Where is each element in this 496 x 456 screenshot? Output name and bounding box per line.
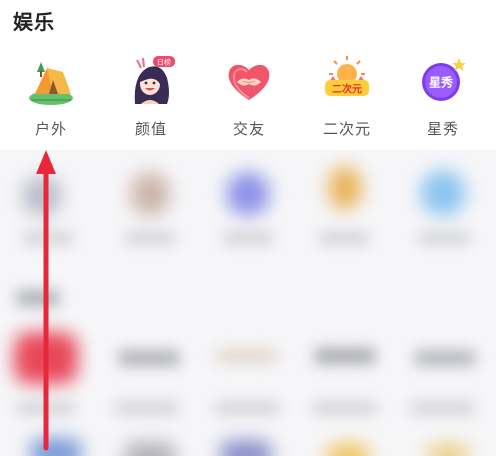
blurred-icon (328, 166, 362, 210)
blurred-text (318, 232, 370, 244)
badge-text: 日榜 (157, 58, 171, 67)
heart-handshake-icon (225, 54, 273, 108)
blurred-icon (30, 438, 82, 456)
category-outdoor[interactable]: 户外 (4, 52, 94, 148)
blurred-icon (426, 444, 470, 456)
blurred-text (114, 402, 180, 414)
blurred-icon (220, 440, 272, 456)
section-title: 娱乐 (13, 10, 55, 34)
blurred-text (16, 402, 76, 414)
blurred-content (0, 150, 496, 456)
blurred-text (410, 402, 476, 414)
category-star-show[interactable]: 星秀 星秀 (396, 52, 486, 148)
star-show-text: 星秀 (429, 75, 454, 90)
category-friends[interactable]: 交友 (202, 52, 292, 148)
category-row: 户外 日榜 颜值 交友 二次元 二次元 星秀 星秀 (0, 52, 496, 148)
category-label: 二次元 (322, 120, 371, 138)
blurred-icon (420, 170, 466, 216)
category-anime[interactable]: 二次元 二次元 (300, 52, 390, 148)
blurred-text (22, 232, 74, 244)
blurred-icon (326, 444, 370, 456)
anime-logo-text: 二次元 (332, 83, 362, 96)
blurred-text (312, 402, 378, 414)
blurred-icon (130, 172, 170, 216)
category-label: 星秀 (426, 120, 459, 138)
blurred-text (414, 350, 476, 366)
blurred-text (214, 402, 280, 414)
category-label: 户外 (34, 120, 67, 138)
blurred-icon (226, 172, 270, 216)
blurred-icon (14, 332, 78, 384)
blurred-text (314, 348, 376, 364)
category-label: 颜值 (134, 120, 167, 138)
blurred-text (124, 232, 176, 244)
girl-avatar-icon: 日榜 (127, 54, 175, 108)
star-show-icon: 星秀 (419, 54, 467, 108)
blurred-icon (22, 176, 62, 216)
blurred-text (222, 232, 274, 244)
blurred-heading (16, 290, 60, 306)
category-beauty[interactable]: 日榜 颜值 (104, 52, 194, 148)
category-label: 交友 (232, 120, 265, 138)
anime-logo-icon: 二次元 (323, 54, 371, 108)
blurred-text (118, 350, 180, 366)
blurred-icon (124, 442, 176, 456)
blurred-text (418, 232, 470, 244)
tent-icon (27, 54, 75, 108)
blurred-text (216, 348, 278, 364)
